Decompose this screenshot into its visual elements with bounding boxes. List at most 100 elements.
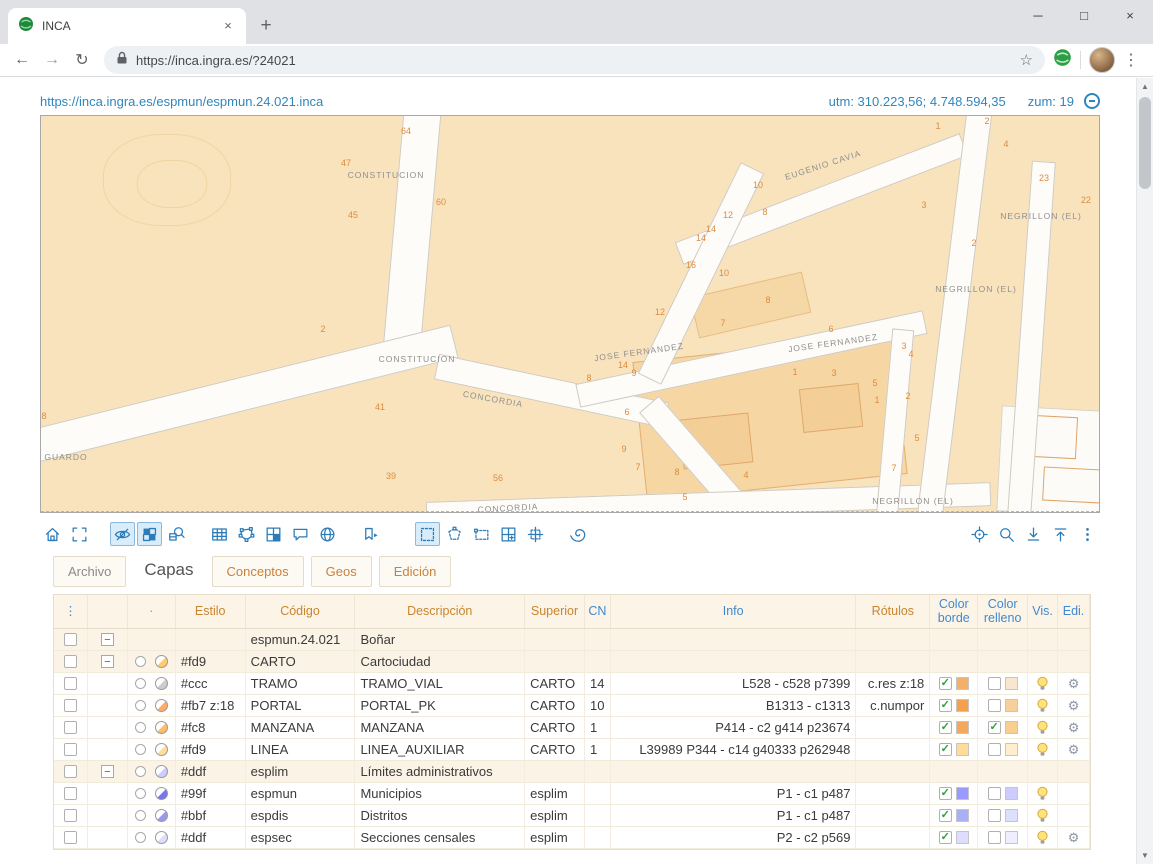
zoom-search-icon[interactable] <box>994 522 1019 546</box>
scroll-up-icon[interactable]: ▲ <box>1137 78 1153 95</box>
moon-state-icon[interactable] <box>155 721 168 734</box>
color-swatch[interactable] <box>956 699 969 712</box>
new-tab-button[interactable]: + <box>252 12 280 40</box>
expand-icon[interactable] <box>67 522 92 546</box>
table-row-espmun[interactable]: #99fespmunMunicipiosesplimP1 - c1 p487✓ <box>54 783 1090 805</box>
radio-button[interactable] <box>135 810 146 821</box>
select-rect-icon[interactable] <box>415 522 440 546</box>
bulb-icon[interactable] <box>1036 742 1049 757</box>
collapse-toggle[interactable]: − <box>101 765 114 778</box>
grid-cell-icon[interactable] <box>261 522 286 546</box>
table-row-manzana[interactable]: #fc8MANZANAMANZANACARTO1P414 - c2 g414 p… <box>54 717 1090 739</box>
checkbox[interactable]: ✓ <box>939 831 952 844</box>
table-row-linea[interactable]: #fd9LINEALINEA_AUXILIARCARTO1L39989 P344… <box>54 739 1090 761</box>
browser-tab[interactable]: INCA × <box>8 8 246 44</box>
col-header-sel[interactable]: ⋮ <box>54 595 88 628</box>
col-header-collapse[interactable] <box>88 595 128 628</box>
tab-archivo[interactable]: Archivo <box>53 556 126 587</box>
forward-button[interactable]: → <box>38 46 66 74</box>
map-canvas[interactable]: CONSTITUCIONEUGENIO CAVIANEGRILLON (EL)N… <box>40 115 1100 513</box>
scrollbar-thumb[interactable] <box>1139 97 1151 189</box>
inca-extension-icon[interactable] <box>1053 48 1072 72</box>
browser-menu-icon[interactable]: ⋮ <box>1117 46 1145 74</box>
color-swatch[interactable] <box>956 787 969 800</box>
moon-state-icon[interactable] <box>155 677 168 690</box>
table-row-carto[interactable]: −#fd9CARTOCartociudad <box>54 651 1090 673</box>
bulb-icon[interactable] <box>1036 720 1049 735</box>
checkbox[interactable] <box>988 831 1001 844</box>
bulb-icon[interactable] <box>1036 676 1049 691</box>
radio-button[interactable] <box>135 788 146 799</box>
moon-state-icon[interactable] <box>155 699 168 712</box>
radio-button[interactable] <box>135 700 146 711</box>
table-row-espsec[interactable]: #ddfespsecSecciones censalesesplimP2 - c… <box>54 827 1090 849</box>
color-swatch[interactable] <box>1005 831 1018 844</box>
col-header-relleno[interactable]: Color relleno <box>978 595 1028 628</box>
eye-off-icon[interactable] <box>110 522 135 546</box>
color-swatch[interactable] <box>956 831 969 844</box>
checkbox[interactable] <box>64 633 77 646</box>
radio-button[interactable] <box>135 656 146 667</box>
download-icon[interactable] <box>1021 522 1046 546</box>
checkbox[interactable] <box>64 677 77 690</box>
color-swatch[interactable] <box>1005 787 1018 800</box>
vertical-scrollbar[interactable]: ▲ ▼ <box>1136 78 1153 864</box>
color-swatch[interactable] <box>956 677 969 690</box>
minus-circle-icon[interactable] <box>1084 93 1100 109</box>
speech-bubble-icon[interactable] <box>288 522 313 546</box>
gear-icon[interactable]: ⚙ <box>1068 721 1080 734</box>
globe-icon[interactable] <box>315 522 340 546</box>
home-icon[interactable] <box>40 522 65 546</box>
gear-icon[interactable]: ⚙ <box>1068 743 1080 756</box>
maximize-button[interactable]: □ <box>1061 0 1107 30</box>
table-grid-icon[interactable] <box>207 522 232 546</box>
checkbox[interactable] <box>64 655 77 668</box>
col-header-cn[interactable]: CN <box>585 595 611 628</box>
table-row-bonar[interactable]: −espmun.24.021Boñar <box>54 629 1090 651</box>
bookmark-arrow-icon[interactable] <box>358 522 383 546</box>
tab-close-icon[interactable]: × <box>220 18 236 34</box>
checkbox[interactable] <box>64 831 77 844</box>
bulb-icon[interactable] <box>1036 786 1049 801</box>
col-header-descripcion[interactable]: Descripción <box>355 595 525 628</box>
project-link[interactable]: https://inca.ingra.es/espmun/espmun.24.0… <box>40 94 323 109</box>
checkbox[interactable]: ✓ <box>939 809 952 822</box>
rect-node-icon[interactable] <box>469 522 494 546</box>
radio-button[interactable] <box>135 766 146 777</box>
lasso-icon[interactable] <box>442 522 467 546</box>
col-header-state[interactable]: · <box>128 595 176 628</box>
col-header-rotulos[interactable]: Rótulos <box>856 595 930 628</box>
back-button[interactable]: ← <box>8 46 36 74</box>
checkbox[interactable]: ✓ <box>939 699 952 712</box>
color-swatch[interactable] <box>1005 677 1018 690</box>
upload-icon[interactable] <box>1048 522 1073 546</box>
checkbox[interactable] <box>988 699 1001 712</box>
close-button[interactable]: × <box>1107 0 1153 30</box>
checkbox[interactable] <box>64 787 77 800</box>
col-header-vis[interactable]: Vis. <box>1028 595 1058 628</box>
table-row-espdis[interactable]: #bbfespdisDistritosesplimP1 - c1 p487✓ <box>54 805 1090 827</box>
checkbox[interactable] <box>64 721 77 734</box>
kebab-icon[interactable] <box>1075 522 1100 546</box>
col-header-superior[interactable]: Superior <box>525 595 585 628</box>
tab-capas[interactable]: Capas <box>133 555 204 587</box>
collapse-toggle[interactable]: − <box>101 655 114 668</box>
bulb-icon[interactable] <box>1036 698 1049 713</box>
checkbox[interactable] <box>64 765 77 778</box>
color-swatch[interactable] <box>956 809 969 822</box>
checkbox[interactable]: ✓ <box>939 743 952 756</box>
checkbox[interactable] <box>64 809 77 822</box>
moon-state-icon[interactable] <box>155 787 168 800</box>
checkbox[interactable] <box>64 699 77 712</box>
radio-button[interactable] <box>135 832 146 843</box>
checkbox[interactable] <box>988 677 1001 690</box>
radio-button[interactable] <box>135 744 146 755</box>
tab-conceptos[interactable]: Conceptos <box>212 556 304 587</box>
table-row-portal[interactable]: #fb7 z:18PORTALPORTAL_PKCARTO10B1313 - c… <box>54 695 1090 717</box>
moon-state-icon[interactable] <box>155 765 168 778</box>
bulb-icon[interactable] <box>1036 808 1049 823</box>
collapse-toggle[interactable]: − <box>101 633 114 646</box>
checkbox[interactable]: ✓ <box>939 677 952 690</box>
scroll-down-icon[interactable]: ▼ <box>1137 847 1153 864</box>
color-swatch[interactable] <box>1005 699 1018 712</box>
